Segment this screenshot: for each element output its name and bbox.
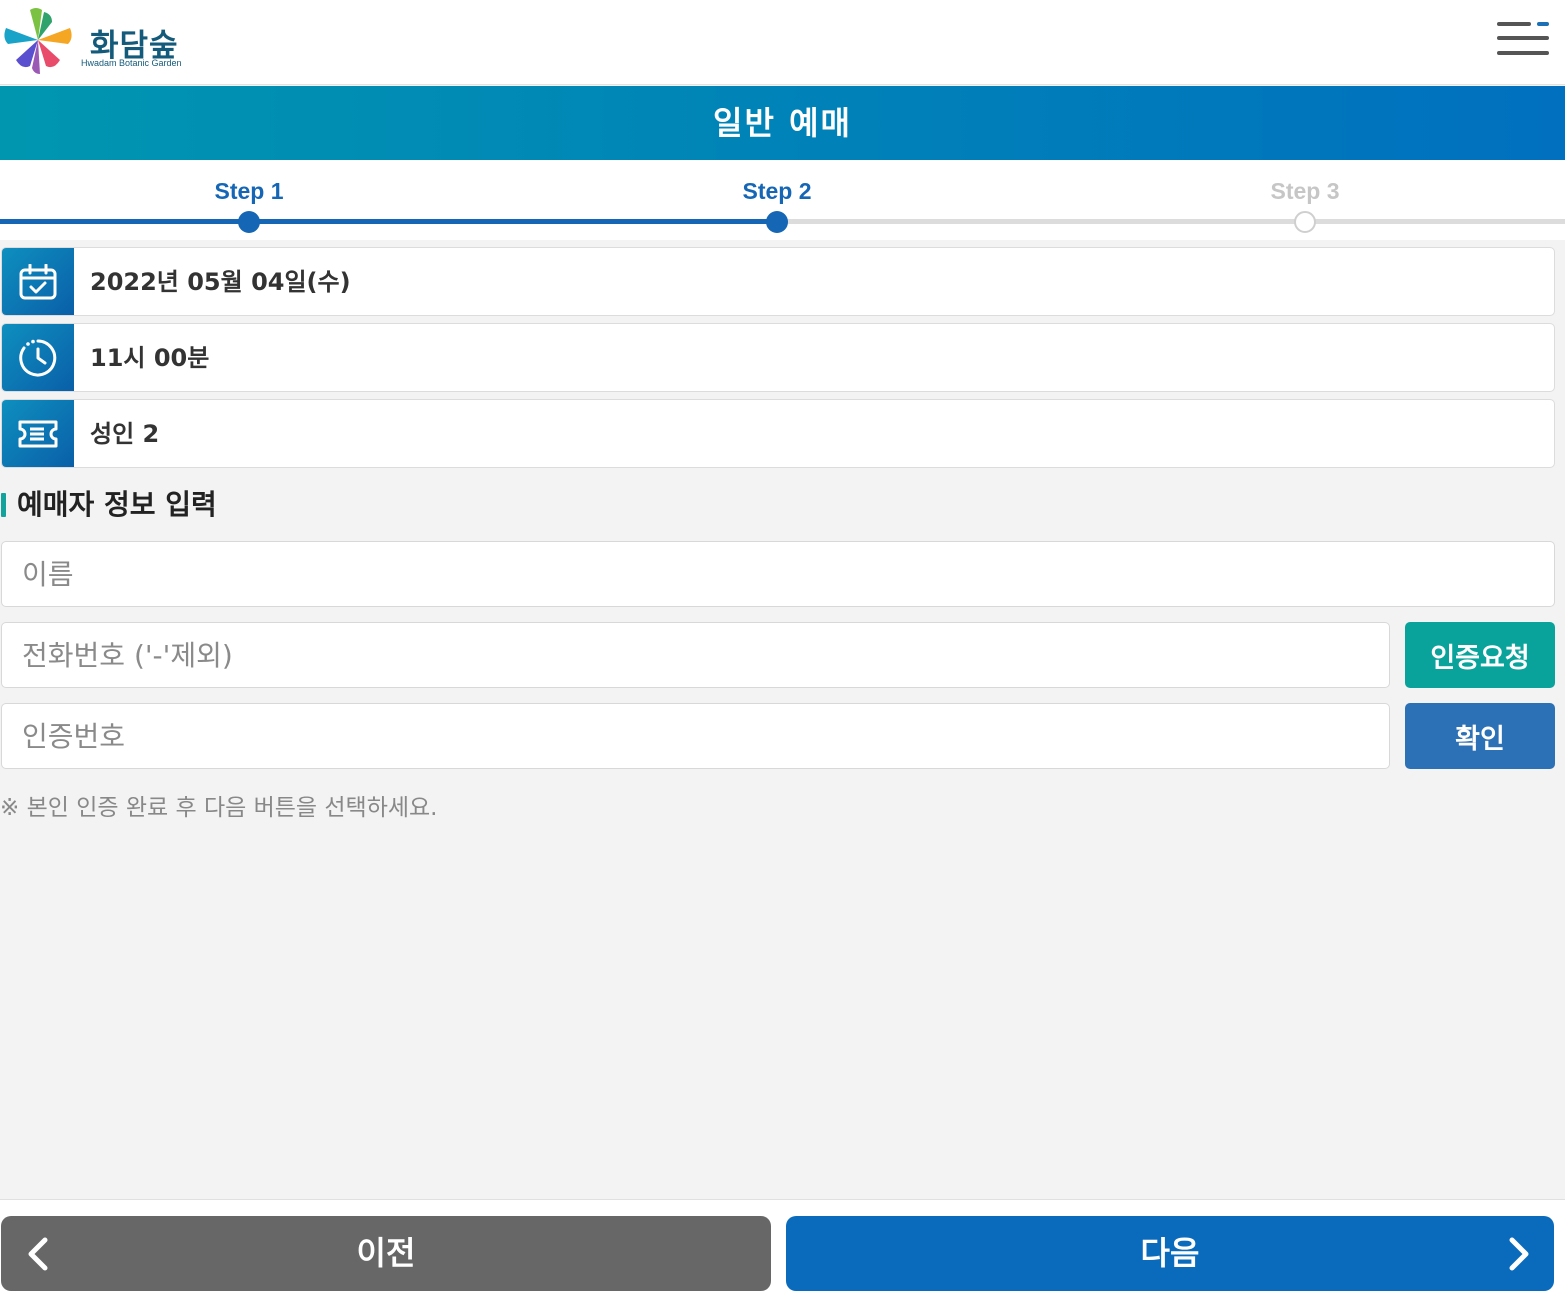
booking-time: 11시 00분 (90, 344, 210, 372)
clock-icon (19, 339, 57, 376)
calendar-check-icon (19, 263, 57, 299)
hamburger-menu-icon[interactable] (1497, 20, 1551, 60)
booking-time-row: 11시 00분 (1, 323, 1555, 392)
page-title: 일반 예매 (0, 86, 1565, 160)
chevron-right-icon (1509, 1237, 1529, 1271)
step-2-dot (766, 211, 788, 233)
chevron-left-icon (28, 1237, 48, 1271)
request-verification-button[interactable]: 인증요청 (1405, 622, 1555, 688)
header: 화담숲 Hwadam Botanic Garden (0, 0, 1565, 85)
booking-tickets-row: 성인 2 (1, 399, 1555, 468)
ticket-icon (18, 420, 58, 447)
next-button[interactable]: 다음 (786, 1216, 1554, 1291)
booking-tickets: 성인 2 (90, 420, 160, 448)
step-3-dot (1294, 211, 1316, 233)
next-button-label: 다음 (1140, 1234, 1200, 1272)
booking-date: 2022년 05월 04일(수) (90, 268, 351, 296)
step-2-label: Step 2 (742, 178, 812, 204)
verification-notice: ※ 본인 인증 완료 후 다음 버튼을 선택하세요. (0, 795, 438, 821)
step-1-dot (238, 211, 260, 233)
confirm-button[interactable]: 확인 (1405, 703, 1555, 769)
footer-nav: 이전 다음 (0, 1199, 1565, 1296)
phone-input[interactable] (1, 622, 1390, 688)
name-input[interactable] (1, 541, 1555, 607)
verification-code-input[interactable] (1, 703, 1390, 769)
step-1-label: Step 1 (214, 178, 284, 204)
booking-date-row: 2022년 05월 04일(수) (1, 247, 1555, 316)
step-3-label: Step 3 (1270, 178, 1340, 204)
logo[interactable]: 화담숲 Hwadam Botanic Garden (0, 4, 200, 76)
prev-button-label: 이전 (356, 1234, 416, 1272)
step-indicator: Step 1 Step 2 Step 3 (0, 160, 1565, 240)
prev-button[interactable]: 이전 (1, 1216, 771, 1291)
step-progress (0, 219, 777, 224)
logo-subtitle: Hwadam Botanic Garden (81, 58, 182, 68)
leaf-logo-icon (4, 8, 72, 74)
